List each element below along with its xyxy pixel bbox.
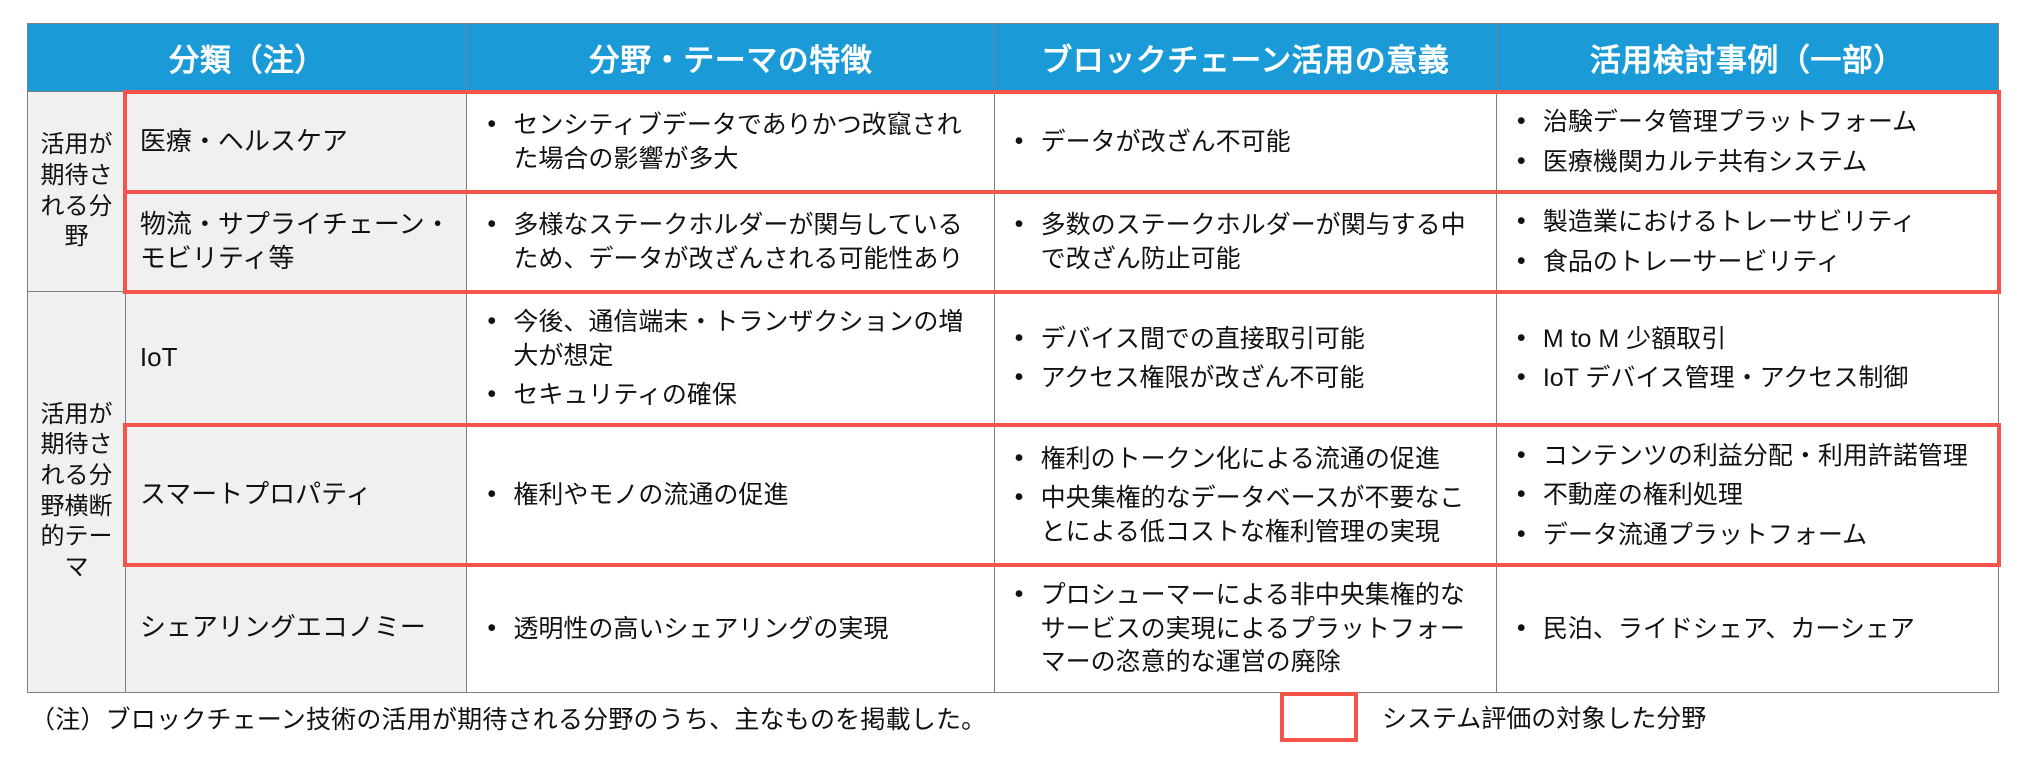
significance-cell-iot: デバイス間での直接取引可能 アクセス権限が改ざん不可能 bbox=[993, 291, 1497, 426]
list-item: デバイス間での直接取引可能 bbox=[1007, 322, 1480, 357]
list-item: データ流通プラットフォーム bbox=[1509, 518, 1982, 553]
list-item: 多様なステークホルダーが関与しているため、データが改ざんされる可能性あり bbox=[479, 208, 977, 276]
legend-label: システム評価の対象した分野 bbox=[1382, 705, 1707, 733]
list-item: M to M 少額取引 bbox=[1509, 322, 1982, 357]
footer: （注）ブロックチェーン技術の活用が期待される分野のうち、主なものを掲載した。 シ… bbox=[0, 640, 2022, 760]
list-item: 治験データ管理プラットフォーム bbox=[1509, 105, 1982, 140]
list-item: データが改ざん不可能 bbox=[1007, 125, 1480, 160]
significance-cell-smart-property: 権利のトークン化による流通の促進 中央集権的なデータベースが不要なことによる低コ… bbox=[993, 424, 1497, 565]
group-cell-cross-cutting-themes: 活用が期待される分野横断的テーマ bbox=[27, 291, 126, 693]
features-cell-healthcare: センシティブデータでありかつ改竄された場合の影響が多大 bbox=[466, 91, 995, 192]
table-header: 分類（注） 分野・テーマの特徴 ブロックチェーン活用の意義 活用検討事例（一部） bbox=[26, 23, 2000, 92]
cases-cell-logistics: 製造業におけるトレーサビリティ 食品のトレーサービリティ bbox=[1495, 191, 2000, 292]
column-header-classification: 分類（注） bbox=[26, 23, 468, 92]
list-item: コンテンツの利益分配・利用許諾管理 bbox=[1509, 439, 1982, 474]
table-body: 活用が期待される分野 医療・ヘルスケア センシティブデータでありかつ改竄された場… bbox=[27, 91, 2000, 693]
category-cell-logistics: 物流・サプライチェーン・モビリティ等 bbox=[124, 191, 468, 292]
list-item: 多数のステークホルダーが関与する中で改ざん防止可能 bbox=[1007, 208, 1480, 276]
group-cell-expected-fields: 活用が期待される分野 bbox=[27, 91, 126, 292]
significance-cell-logistics: 多数のステークホルダーが関与する中で改ざん防止可能 bbox=[993, 191, 1497, 292]
column-header-cases: 活用検討事例（一部） bbox=[1495, 23, 2000, 92]
legend: システム評価の対象した分野 bbox=[1280, 692, 1706, 742]
slide-canvas: 分類（注） 分野・テーマの特徴 ブロックチェーン活用の意義 活用検討事例（一部）… bbox=[0, 0, 2022, 784]
column-header-significance: ブロックチェーン活用の意義 bbox=[993, 23, 1497, 92]
category-cell-smart-property: スマートプロパティ bbox=[124, 424, 468, 565]
list-item: セキュリティの確保 bbox=[479, 378, 977, 413]
category-cell-iot: IoT bbox=[124, 291, 468, 426]
cases-cell-healthcare: 治験データ管理プラットフォーム 医療機関カルテ共有システム bbox=[1495, 91, 2000, 192]
list-item: 不動産の権利処理 bbox=[1509, 478, 1982, 513]
list-item: 食品のトレーサービリティ bbox=[1509, 245, 1982, 280]
list-item: 権利やモノの流通の促進 bbox=[479, 478, 977, 513]
features-cell-iot: 今後、通信端末・トランザクションの増大が想定 セキュリティの確保 bbox=[466, 291, 995, 426]
header-row: 分類（注） 分野・テーマの特徴 ブロックチェーン活用の意義 活用検討事例（一部） bbox=[26, 23, 2000, 92]
significance-cell-healthcare: データが改ざん不可能 bbox=[993, 91, 1497, 192]
table-row: スマートプロパティ 権利やモノの流通の促進 権利のトークン化による流通の促進 中… bbox=[28, 424, 2000, 565]
legend-swatch-red-box bbox=[1280, 692, 1358, 742]
footnote-text: （注）ブロックチェーン技術の活用が期待される分野のうち、主なものを掲載した。 bbox=[30, 706, 987, 734]
features-cell-smart-property: 権利やモノの流通の促進 bbox=[466, 424, 995, 565]
list-item: センシティブデータでありかつ改竄された場合の影響が多大 bbox=[479, 108, 977, 176]
list-item: アクセス権限が改ざん不可能 bbox=[1007, 361, 1480, 396]
list-item: 中央集権的なデータベースが不要なことによる低コストな権利管理の実現 bbox=[1007, 481, 1480, 549]
list-item: 製造業におけるトレーサビリティ bbox=[1509, 205, 1982, 240]
table-row: 活用が期待される分野 医療・ヘルスケア センシティブデータでありかつ改竄された場… bbox=[27, 91, 2000, 292]
list-item: IoT デバイス管理・アクセス制御 bbox=[1509, 361, 1982, 396]
category-cell-healthcare: 医療・ヘルスケア bbox=[124, 91, 468, 192]
blockchain-domain-table: 分類（注） 分野・テーマの特徴 ブロックチェーン活用の意義 活用検討事例（一部）… bbox=[26, 23, 2001, 693]
list-item: 今後、通信端末・トランザクションの増大が想定 bbox=[479, 305, 977, 373]
cases-cell-smart-property: コンテンツの利益分配・利用許諾管理 不動産の権利処理 データ流通プラットフォーム bbox=[1495, 424, 2000, 565]
table-row: 物流・サプライチェーン・モビリティ等 多様なステークホルダーが関与しているため、… bbox=[28, 191, 2000, 292]
matrix-table: 分類（注） 分野・テーマの特徴 ブロックチェーン活用の意義 活用検討事例（一部）… bbox=[26, 23, 2000, 693]
table-row: 活用が期待される分野横断的テーマ IoT 今後、通信端末・トランザクションの増大… bbox=[27, 291, 2000, 693]
list-item: 権利のトークン化による流通の促進 bbox=[1007, 442, 1480, 477]
list-item: 医療機関カルテ共有システム bbox=[1509, 145, 1982, 180]
features-cell-logistics: 多様なステークホルダーが関与しているため、データが改ざんされる可能性あり bbox=[466, 191, 995, 292]
cases-cell-iot: M to M 少額取引 IoT デバイス管理・アクセス制御 bbox=[1495, 291, 2000, 426]
column-header-features: 分野・テーマの特徴 bbox=[466, 23, 995, 92]
